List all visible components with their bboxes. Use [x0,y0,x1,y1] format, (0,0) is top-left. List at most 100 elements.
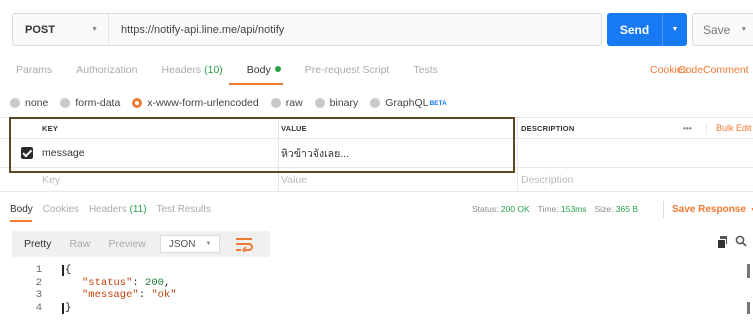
tab-response-body[interactable]: Body [10,204,33,215]
active-dot-icon [274,66,281,72]
tab-body-label: Body [246,64,271,76]
size-value[interactable]: 365 B [616,204,638,214]
response-view-toolbar: Pretty Raw Preview JSON ▼ [12,231,270,257]
request-tabs: Params Authorization Headers (10) Body P… [16,64,462,76]
time-value[interactable]: 153ms [561,204,587,214]
row-checkbox[interactable] [21,139,33,167]
save-response-label: Save Response [672,204,746,215]
json-sep: : [138,289,152,301]
open-brace: { [62,265,71,276]
code-text: "status": 200, [82,278,170,289]
copy-icon[interactable] [717,235,727,249]
active-tab-underline [229,83,283,85]
json-value: 200 [145,277,164,289]
radio-selected-icon [132,98,143,108]
method-select[interactable]: POST ▼ [13,14,109,45]
time-label: Time: [537,204,559,214]
save-label: Save [703,22,731,37]
tab-params[interactable]: Params [16,64,52,76]
tab-headers[interactable]: Headers (10) [161,64,222,76]
method-label: POST [25,23,55,36]
radio-unselected-icon [270,98,281,108]
radio-none[interactable]: none [10,97,48,109]
radio-label: raw [285,97,303,109]
tab-prerequest-script[interactable]: Pre-request Script [305,64,390,76]
radio-form-data[interactable]: form-data [60,97,120,109]
scrollbar-thumb[interactable] [747,302,750,314]
radio-binary[interactable]: binary [314,97,359,109]
view-raw[interactable]: Raw [69,238,90,250]
send-label: Send [619,22,650,37]
chevron-down-icon[interactable]: ▼ [663,26,687,33]
chevron-down-icon: ▼ [205,241,212,247]
viewer-actions [717,235,747,249]
json-value: "ok" [151,289,177,301]
code-text: "message": "ok" [82,290,177,301]
status-label: Status: [472,204,499,214]
checkbox-checked-icon [21,147,33,159]
radio-label: form-data [75,97,121,109]
line-number: 2 [35,277,42,289]
radio-unselected-icon [60,98,71,108]
url-input[interactable]: https://notify-api.line.me/api/notify [109,14,601,45]
json-key: "status" [82,277,133,289]
table-header-row: KEY VALUE DESCRIPTION ••• Bulk Edit [0,117,753,138]
response-status: Status: 200 OK Time: 153ms Size: 365 B [472,204,646,214]
format-select[interactable]: JSON ▼ [159,235,221,253]
size-pair: Size: 365 B [595,204,639,214]
new-description-input[interactable]: Description [521,168,574,191]
time-pair: Time: 153ms [538,204,587,214]
radio-raw[interactable]: raw [270,97,303,109]
code-line: 1 { [0,265,753,276]
wrap-lines-icon[interactable] [234,236,254,252]
tab-body[interactable]: Body [247,64,281,76]
body-type-radios: none form-data x-www-form-urlencoded raw bin… [10,97,459,109]
radio-x-www-form-urlencoded[interactable]: x-www-form-urlencoded [132,97,259,109]
code-line: 3 "message": "ok" [0,290,753,301]
response-tab-underline [10,220,32,222]
tab-response-cookies[interactable]: Cookies [43,204,79,215]
bulk-edit-link[interactable]: Bulk Edit [716,118,752,138]
code-text: } [62,303,71,314]
radio-unselected-icon [370,98,381,108]
json-sep: : [132,277,146,289]
save-response-button[interactable]: Save Response▼ [672,204,753,215]
param-key[interactable]: message [42,139,85,167]
headers-count: (10) [204,64,223,76]
col-divider [517,117,518,191]
radio-graphql[interactable]: GraphQL BETA [370,97,447,109]
close-brace: } [62,303,71,314]
new-value-input[interactable]: Value [281,168,307,191]
col-value-header: VALUE [281,123,307,133]
line-number: 3 [35,289,42,301]
radio-label: GraphQL [385,97,429,109]
status-value[interactable]: 200 OK [501,204,530,214]
more-options-icon[interactable]: ••• [683,118,692,138]
size-label: Size: [594,204,614,214]
response-headers-count: (11) [129,204,147,215]
status-pair: Status: 200 OK [472,204,530,214]
send-button[interactable]: Send ▼ [607,13,687,46]
radio-unselected-icon [10,98,20,108]
format-label: JSON [168,238,196,250]
radio-label: x-www-form-urlencoded [147,97,259,109]
code-line: 4 } [0,303,753,314]
tab-test-results[interactable]: Test Results [157,204,211,215]
scrollbar-thumb[interactable] [747,264,750,278]
code-link[interactable]: Code [678,64,703,76]
chevron-down-icon[interactable]: ▼ [740,26,747,33]
new-key-input[interactable]: Key [42,168,60,191]
tab-authorization[interactable]: Authorization [76,64,137,76]
response-divider [663,201,664,218]
view-preview[interactable]: Preview [108,238,145,250]
json-tail: , [163,277,171,289]
radio-unselected-icon [314,98,325,108]
tab-tests[interactable]: Tests [413,64,438,76]
param-value[interactable]: หิวข้าวจังเลย... [281,139,349,167]
radio-label: binary [329,97,359,109]
comments-link[interactable]: Comment [703,64,749,76]
view-pretty[interactable]: Pretty [24,238,51,250]
tab-response-headers[interactable]: Headers (11) [89,204,147,215]
save-button[interactable]: Save ▼ [692,13,753,46]
search-icon[interactable] [735,235,747,247]
